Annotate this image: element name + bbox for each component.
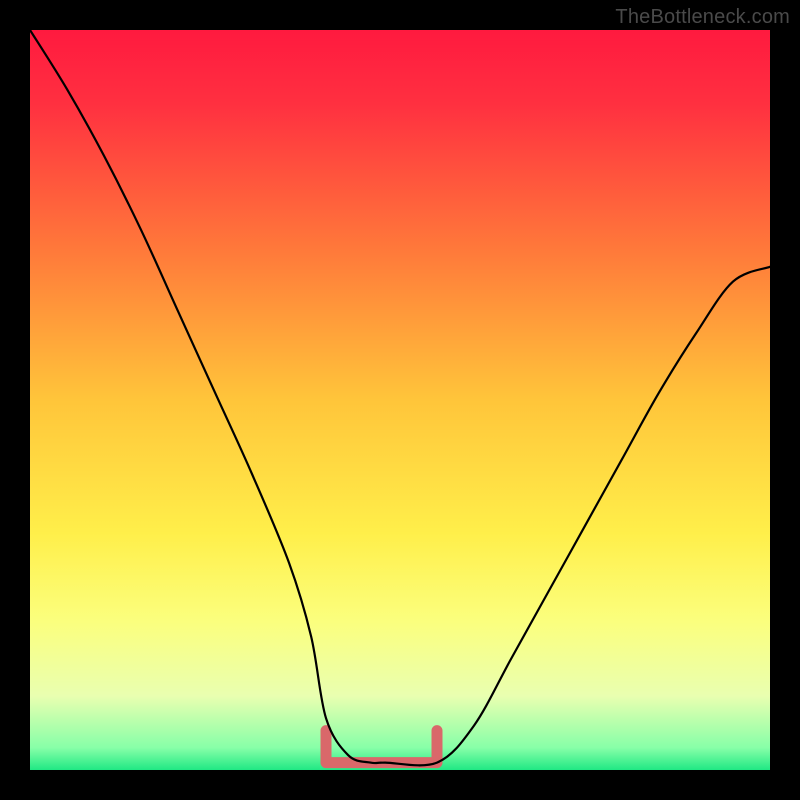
plot-area [30,30,770,770]
curve-layer [30,30,770,770]
highlight-segment [326,731,437,763]
chart-frame: TheBottleneck.com [0,0,800,800]
watermark-text: TheBottleneck.com [615,6,790,29]
bottleneck-curve [30,30,770,765]
